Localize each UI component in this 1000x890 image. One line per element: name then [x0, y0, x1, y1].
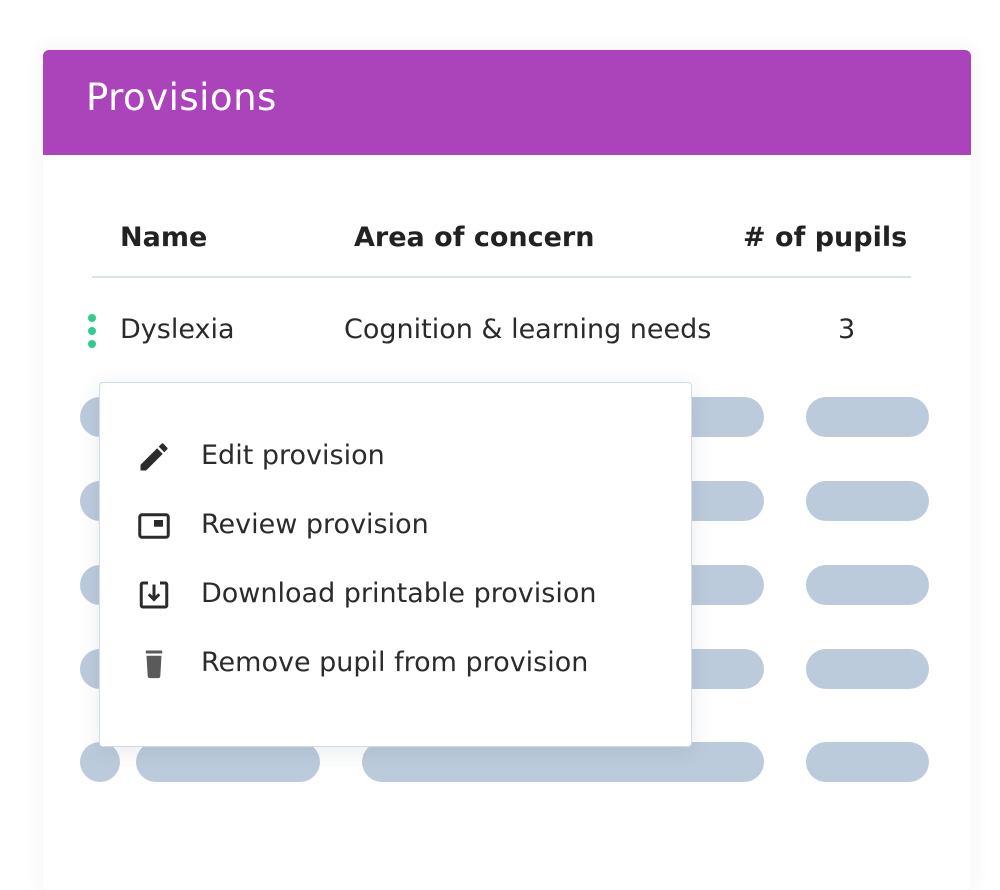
header-divider: [92, 276, 911, 278]
kebab-dot: [88, 340, 96, 348]
card-title: Provisions: [86, 76, 277, 119]
trash-icon: [145, 650, 163, 679]
pencil-icon: [140, 443, 168, 471]
column-header-area-of-concern[interactable]: Area of concern: [354, 222, 594, 253]
menu-item-label: Download printable provision: [201, 578, 597, 609]
menu-item-label: Review provision: [201, 509, 429, 540]
skeleton-pupils: [806, 649, 929, 689]
row-actions-kebab-icon[interactable]: [84, 312, 100, 352]
skeleton-area: [362, 742, 764, 782]
column-header-pupils[interactable]: # of pupils: [743, 222, 907, 253]
menu-item-remove-pupil-from-provision[interactable]: Remove pupil from provision: [100, 634, 691, 694]
menu-item-edit-provision[interactable]: Edit provision: [100, 427, 691, 487]
skeleton-kebab: [80, 742, 120, 782]
menu-item-download-printable-provision[interactable]: Download printable provision: [100, 565, 691, 625]
skeleton-pupils: [806, 481, 929, 521]
cell-area-of-concern: Cognition & learning needs: [344, 314, 712, 345]
skeleton-name: [136, 742, 320, 782]
column-header-name[interactable]: Name: [120, 222, 207, 253]
skeleton-pupils: [806, 397, 929, 437]
kebab-dot: [88, 314, 96, 322]
skeleton-pupils: [806, 742, 929, 782]
skeleton-pupils: [806, 565, 929, 605]
picture-in-picture-icon: [138, 513, 170, 539]
download-box-icon: [139, 581, 169, 609]
cell-pupils: 3: [838, 314, 856, 345]
menu-item-label: Remove pupil from provision: [201, 647, 589, 678]
cell-name[interactable]: Dyslexia: [120, 314, 235, 345]
menu-item-review-provision[interactable]: Review provision: [100, 496, 691, 556]
row-context-menu: Edit provision Review provision Download…: [99, 382, 692, 747]
menu-item-label: Edit provision: [201, 440, 385, 471]
kebab-dot: [88, 327, 96, 335]
card-header: Provisions: [43, 50, 971, 155]
